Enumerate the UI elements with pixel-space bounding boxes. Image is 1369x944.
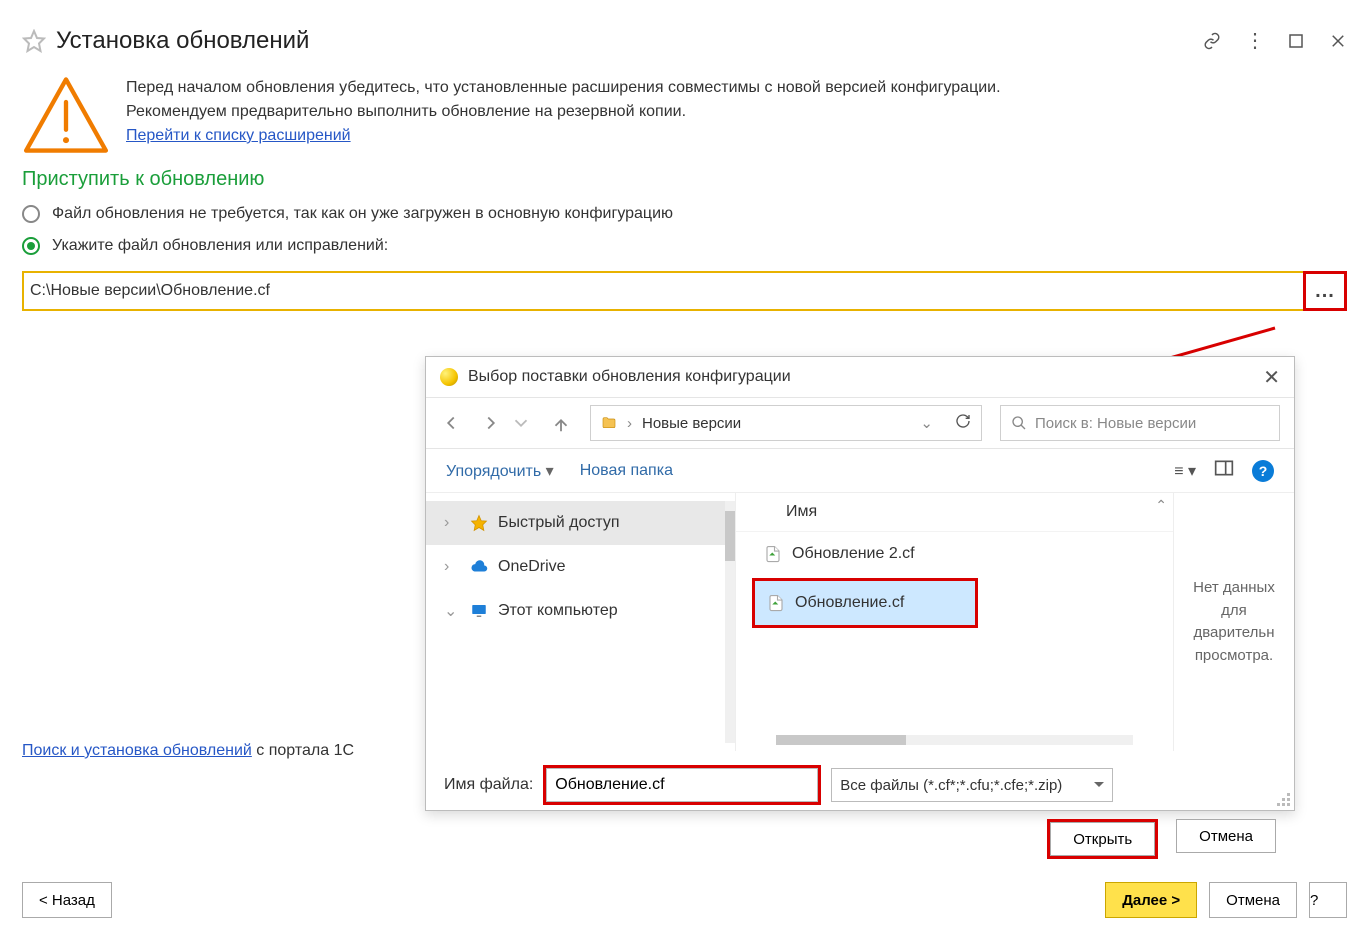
dialog-footer: Имя файла: Все файлы (*.cf*;*.cfu;*.cfe;… [426,751,1294,859]
breadcrumb-current: Новые версии [642,415,741,432]
tree-label: Быстрый доступ [498,514,620,532]
filename-label: Имя файла: [444,776,533,794]
tree-this-pc[interactable]: ⌄ Этот компьютер [426,589,725,633]
refresh-icon[interactable] [955,413,971,433]
chevron-down-icon: ⌄ [444,601,460,621]
radio-icon [22,205,40,223]
dialog-help-icon[interactable]: ? [1252,460,1274,482]
new-folder-button[interactable]: Новая папка [580,462,673,480]
organize-button[interactable]: Упорядочить ▾ [446,461,554,481]
next-button[interactable]: Далее > [1105,882,1197,918]
open-button[interactable]: Открыть [1050,822,1155,856]
tree-label: OneDrive [498,558,566,576]
dialog-title-bar: Выбор поставки обновления конфигурации ✕ [426,357,1294,397]
chevron-right-icon: › [444,558,460,576]
dialog-nav-bar: › Новые версии ⌄ Поиск в: Новые версии [426,397,1294,449]
close-icon[interactable] [1329,32,1347,50]
browse-button[interactable]: ... [1303,271,1347,311]
chevron-down-icon[interactable]: ⌄ [920,414,933,432]
link-icon[interactable] [1203,32,1221,50]
update-file-path: ... [22,271,1347,311]
breadcrumb[interactable]: › Новые версии ⌄ [590,405,982,441]
nav-forward-icon[interactable] [480,412,502,434]
tree-label: Этот компьютер [498,602,618,620]
file-item[interactable]: Обновление 2.cf [736,532,1173,576]
wizard-footer: < Назад Далее > Отмена ? [22,882,1347,918]
extensions-list-link[interactable]: Перейти к списку расширений [126,127,351,144]
file-item[interactable]: Обновление.cf [755,581,975,625]
warning-text-2: Рекомендуем предварительно выполнить обн… [126,100,1001,124]
search-icon [1011,415,1027,431]
filename-input[interactable] [546,768,818,802]
chevron-right-icon: › [627,415,632,432]
star-icon [470,514,488,532]
help-button[interactable]: ? [1309,882,1347,918]
app-icon [440,368,458,386]
radio-label: Файл обновления не требуется, так как он… [52,205,673,223]
file-open-dialog: Выбор поставки обновления конфигурации ✕… [425,356,1295,811]
search-placeholder: Поиск в: Новые версии [1035,415,1196,432]
radio-not-needed[interactable]: Файл обновления не требуется, так как он… [22,205,1347,223]
radio-label: Укажите файл обновления или исправлений: [52,237,388,255]
tree-scrollbar[interactable] [725,501,735,743]
monitor-icon [470,602,488,620]
path-input[interactable] [24,281,1345,301]
cancel-button[interactable]: Отмена [1209,882,1297,918]
filetype-select[interactable]: Все файлы (*.cf*;*.cfu;*.cfe;*.zip) [831,768,1113,802]
radio-icon-selected [22,237,40,255]
dialog-cancel-button[interactable]: Отмена [1176,819,1276,853]
preview-pane: Нет данных для дварительн просмотра. [1174,493,1294,751]
nav-back-icon[interactable] [440,412,462,434]
nav-tree: › Быстрый доступ › OneDrive ⌄ Этот компь… [426,493,736,751]
dialog-toolbar: Упорядочить ▾ Новая папка ≡ ▾ ? [426,449,1294,493]
back-button[interactable]: < Назад [22,882,112,918]
title-bar: Установка обновлений ⋮ [22,22,1347,60]
portal-line: Поиск и установка обновлений с портала 1… [22,742,354,760]
resize-grip[interactable] [1276,792,1290,806]
file-list-scrollbar[interactable] [776,735,1133,745]
portal-updates-link[interactable]: Поиск и установка обновлений [22,742,252,759]
file-list: ⌃ Имя Обновление 2.cf Обновление.cf [736,493,1174,751]
star-icon[interactable] [22,29,46,53]
maximize-icon[interactable] [1287,32,1305,50]
tree-onedrive[interactable]: › OneDrive [426,545,725,589]
warning-text-1: Перед началом обновления убедитесь, что … [126,76,1001,100]
kebab-icon[interactable]: ⋮ [1245,32,1263,50]
view-mode-icon[interactable]: ≡ ▾ [1174,461,1196,481]
folder-icon [601,415,617,431]
preview-pane-icon[interactable] [1214,459,1234,482]
dialog-title: Выбор поставки обновления конфигурации [468,368,1253,386]
file-icon [764,545,782,563]
nav-up-icon[interactable] [550,412,572,434]
warning-icon [22,76,110,154]
file-name: Обновление 2.cf [792,545,915,563]
tree-quick-access[interactable]: › Быстрый доступ [426,501,725,545]
warning-panel: Перед началом обновления убедитесь, что … [22,76,1347,154]
cloud-icon [470,558,488,576]
dialog-search-input[interactable]: Поиск в: Новые версии [1000,405,1280,441]
nav-history-chevron-icon[interactable] [510,412,532,434]
file-name: Обновление.cf [795,594,904,612]
portal-suffix: с портала 1С [252,742,354,759]
page-title: Установка обновлений [56,27,1203,55]
dialog-close-icon[interactable]: ✕ [1263,365,1280,390]
column-name[interactable]: Имя [736,493,1173,532]
radio-specify-file[interactable]: Укажите файл обновления или исправлений: [22,237,1347,255]
chevron-right-icon: › [444,514,460,532]
chevron-up-icon[interactable]: ⌃ [1155,497,1167,514]
file-icon [767,594,785,612]
section-heading: Приступить к обновлению [22,168,1347,191]
